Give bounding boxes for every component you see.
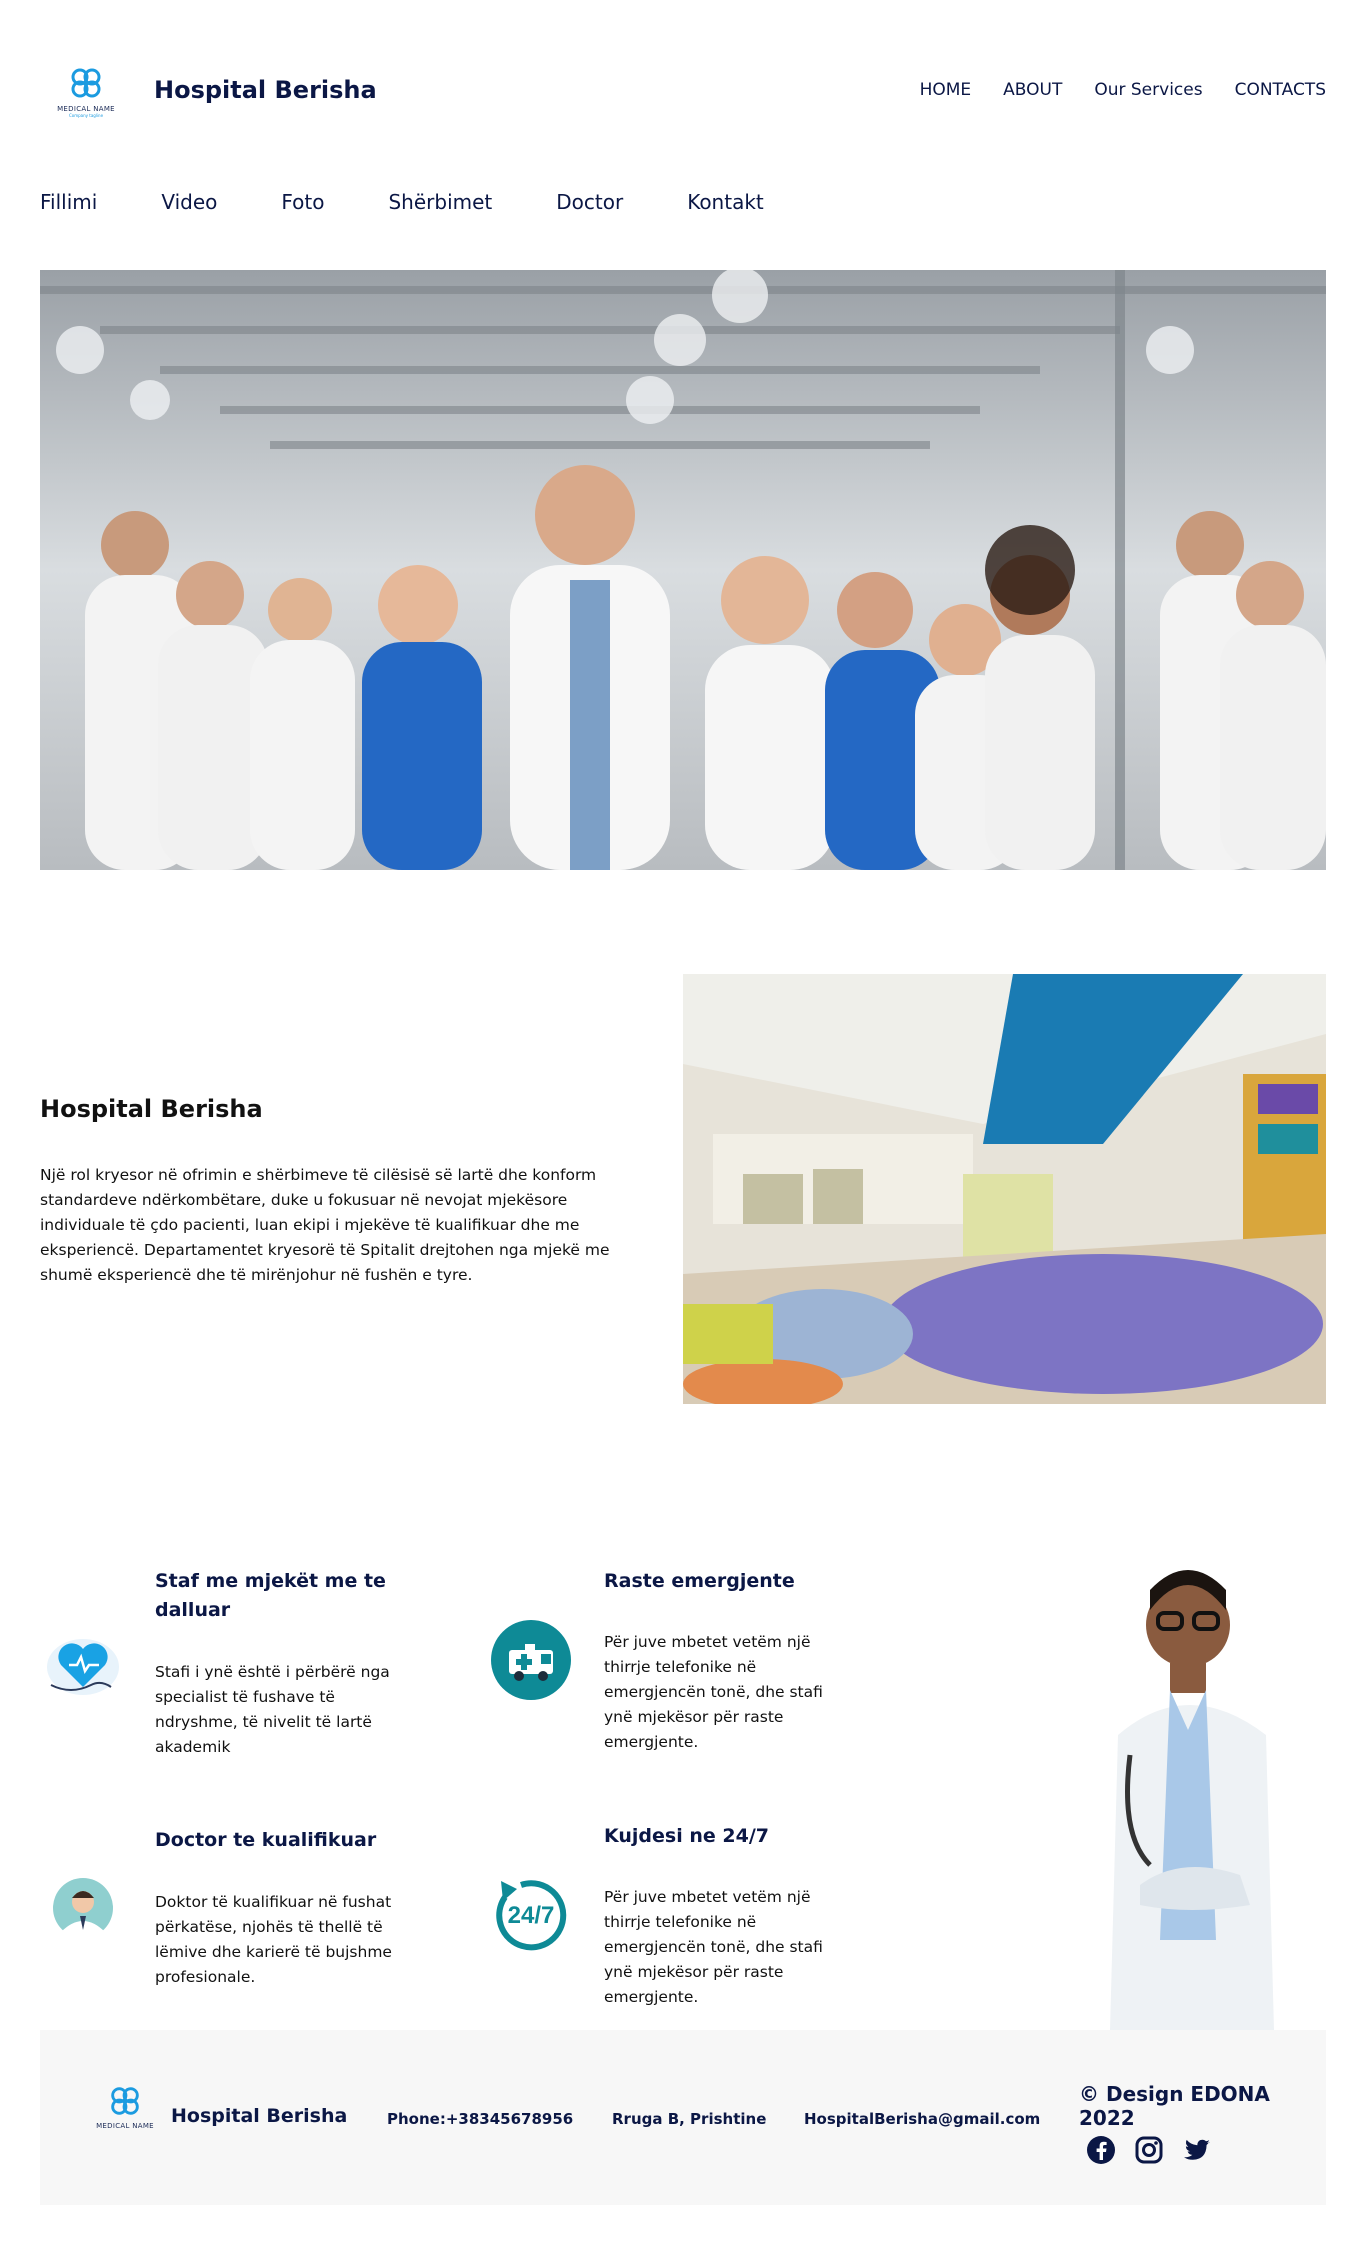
logo-text: MEDICAL NAME bbox=[57, 104, 115, 113]
site-footer: MEDICAL NAME Hospital Berisha Phone:+383… bbox=[40, 2030, 1326, 2205]
logo-icon bbox=[111, 2087, 139, 2115]
footer-phone[interactable]: Phone:+38345678956 bbox=[387, 2110, 573, 2128]
twitter-icon[interactable] bbox=[1182, 2135, 1212, 2165]
main-nav: HOME ABOUT Our Services CONTACTS bbox=[920, 80, 1326, 100]
doctor-avatar-icon bbox=[43, 1870, 123, 1950]
subnav-video[interactable]: Video bbox=[161, 190, 217, 214]
about-text: Një rol kryesor në ofrimin e shërbimeve … bbox=[40, 1166, 610, 1284]
feature-title: Doctor te kualifikuar bbox=[155, 1829, 377, 1851]
footer-logo-text: MEDICAL NAME bbox=[96, 2122, 154, 2130]
ambulance-icon bbox=[491, 1620, 571, 1700]
nav-services[interactable]: Our Services bbox=[1094, 80, 1202, 100]
24-7-icon: 24/7 bbox=[491, 1875, 571, 1955]
feature-text: Stafi i ynë është i përbërë nga speciali… bbox=[155, 1663, 390, 1756]
hero-image bbox=[40, 270, 1326, 870]
logo-icon bbox=[71, 68, 101, 97]
instagram-icon[interactable] bbox=[1134, 2135, 1164, 2165]
social-links bbox=[1086, 2135, 1212, 2165]
feature-text: Për juve mbetet vetëm një thirrje telefo… bbox=[604, 1633, 823, 1751]
feature-text: Doktor të kualifikuar në fushat përkatës… bbox=[155, 1893, 392, 1986]
heart-stethoscope-icon bbox=[43, 1625, 123, 1705]
feature-title: Kujdesi ne 24/7 bbox=[604, 1825, 769, 1847]
footer-brand: Hospital Berisha bbox=[171, 2105, 348, 2127]
site-logo[interactable]: MEDICAL NAME Company tagline bbox=[40, 50, 132, 130]
about-title: Hospital Berisha bbox=[40, 1095, 263, 1123]
subnav-doctor[interactable]: Doctor bbox=[556, 190, 623, 214]
feature-title: Raste emergjente bbox=[604, 1570, 795, 1592]
feature-title: Staf me mjekët me te dalluar bbox=[155, 1570, 386, 1621]
subnav-sherbimet[interactable]: Shërbimet bbox=[388, 190, 492, 214]
logo-subtext: Company tagline bbox=[68, 112, 104, 118]
feature-text: Për juve mbetet vetëm një thirrje telefo… bbox=[604, 1888, 823, 2006]
footer-copyright: © Design EDONA 2022 bbox=[1079, 2082, 1270, 2130]
nav-about[interactable]: ABOUT bbox=[1003, 80, 1062, 100]
subnav-foto[interactable]: Foto bbox=[281, 190, 324, 214]
subnav-kontakt[interactable]: Kontakt bbox=[687, 190, 764, 214]
facebook-icon[interactable] bbox=[1086, 2135, 1116, 2165]
section-nav: Fillimi Video Foto Shërbimet Doctor Kont… bbox=[40, 190, 828, 214]
footer-logo[interactable]: MEDICAL NAME bbox=[90, 2082, 160, 2142]
footer-address: Rruga B, Prishtine bbox=[612, 2110, 767, 2128]
nav-contacts[interactable]: CONTACTS bbox=[1235, 80, 1326, 100]
24-7-label: 24/7 bbox=[508, 1902, 555, 1929]
nav-home[interactable]: HOME bbox=[920, 80, 972, 100]
brand-name[interactable]: Hospital Berisha bbox=[154, 76, 377, 104]
doctor-portrait-image bbox=[1100, 1555, 1290, 2030]
subnav-fillimi[interactable]: Fillimi bbox=[40, 190, 97, 214]
site-header: MEDICAL NAME Company tagline Hospital Be… bbox=[40, 50, 1326, 130]
footer-email[interactable]: HospitalBerisha@gmail.com bbox=[804, 2110, 1040, 2128]
hospital-interior-image bbox=[683, 974, 1326, 1404]
